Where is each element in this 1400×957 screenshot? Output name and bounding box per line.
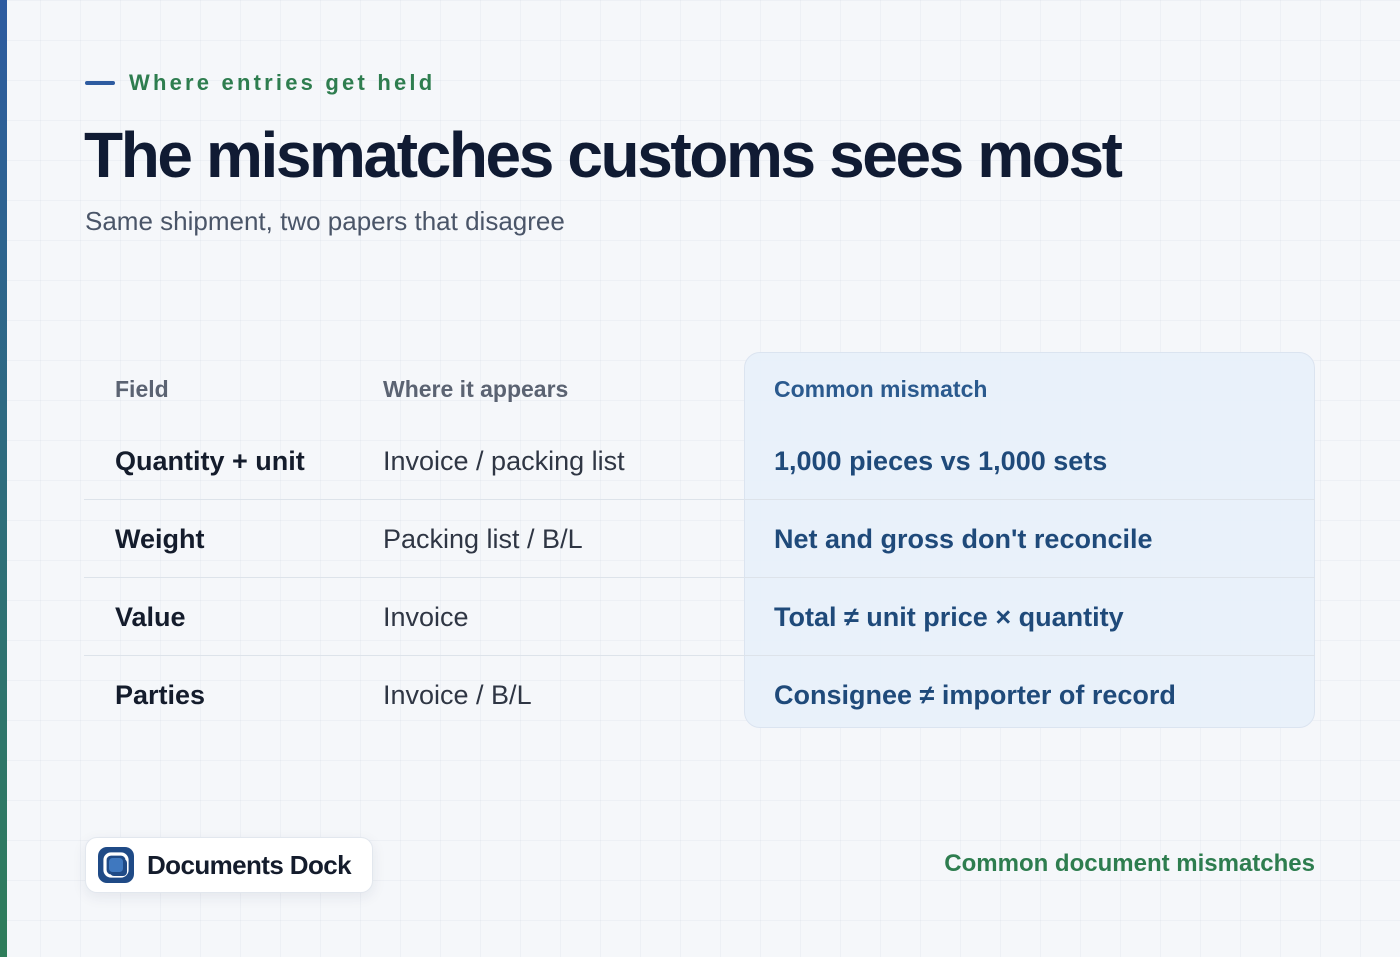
left-accent-bar (0, 0, 7, 957)
table-header-row: Field Where it appears Common mismatch (84, 352, 1315, 422)
where-it-appears-cell: Invoice / packing list (383, 445, 625, 476)
eyebrow: Where entries get held (85, 70, 435, 96)
common-mismatch-cell: 1,000 pieces vs 1,000 sets (774, 445, 1108, 476)
field-cell: Parties (115, 679, 206, 710)
common-mismatch-cell: Total ≠ unit price × quantity (774, 601, 1124, 632)
where-it-appears-cell: Packing list / B/L (383, 523, 583, 554)
page-subtitle: Same shipment, two papers that disagree (85, 206, 565, 236)
table-row: Value Invoice Total ≠ unit price × quant… (84, 578, 1315, 656)
field-cell: Value (115, 601, 186, 632)
table-row: Weight Packing list / B/L Net and gross … (84, 500, 1315, 578)
eyebrow-dash (85, 81, 115, 85)
header-common-mismatch: Common mismatch (774, 375, 988, 402)
page-title: The mismatches customs sees most (84, 119, 1123, 191)
common-mismatch-cell: Consignee ≠ importer of record (774, 679, 1176, 710)
header-field: Field (115, 375, 169, 402)
where-it-appears-cell: Invoice (383, 601, 469, 632)
common-mismatch-cell: Net and gross don't reconcile (774, 523, 1153, 554)
documents-dock-logo-icon (98, 847, 134, 883)
table-row: Quantity + unit Invoice / packing list 1… (84, 422, 1315, 500)
footer-caption: Common document mismatches (944, 850, 1315, 877)
field-cell: Weight (115, 523, 205, 554)
table-row: Parties Invoice / B/L Consignee ≠ import… (84, 656, 1315, 734)
where-it-appears-cell: Invoice / B/L (383, 679, 532, 710)
header-where-it-appears: Where it appears (383, 375, 569, 402)
brand-badge: Documents Dock (85, 837, 373, 893)
eyebrow-text: Where entries get held (129, 70, 436, 95)
mismatch-table: Field Where it appears Common mismatch Q… (84, 352, 1315, 734)
brand-name: Documents Dock (147, 849, 352, 880)
field-cell: Quantity + unit (115, 445, 305, 476)
